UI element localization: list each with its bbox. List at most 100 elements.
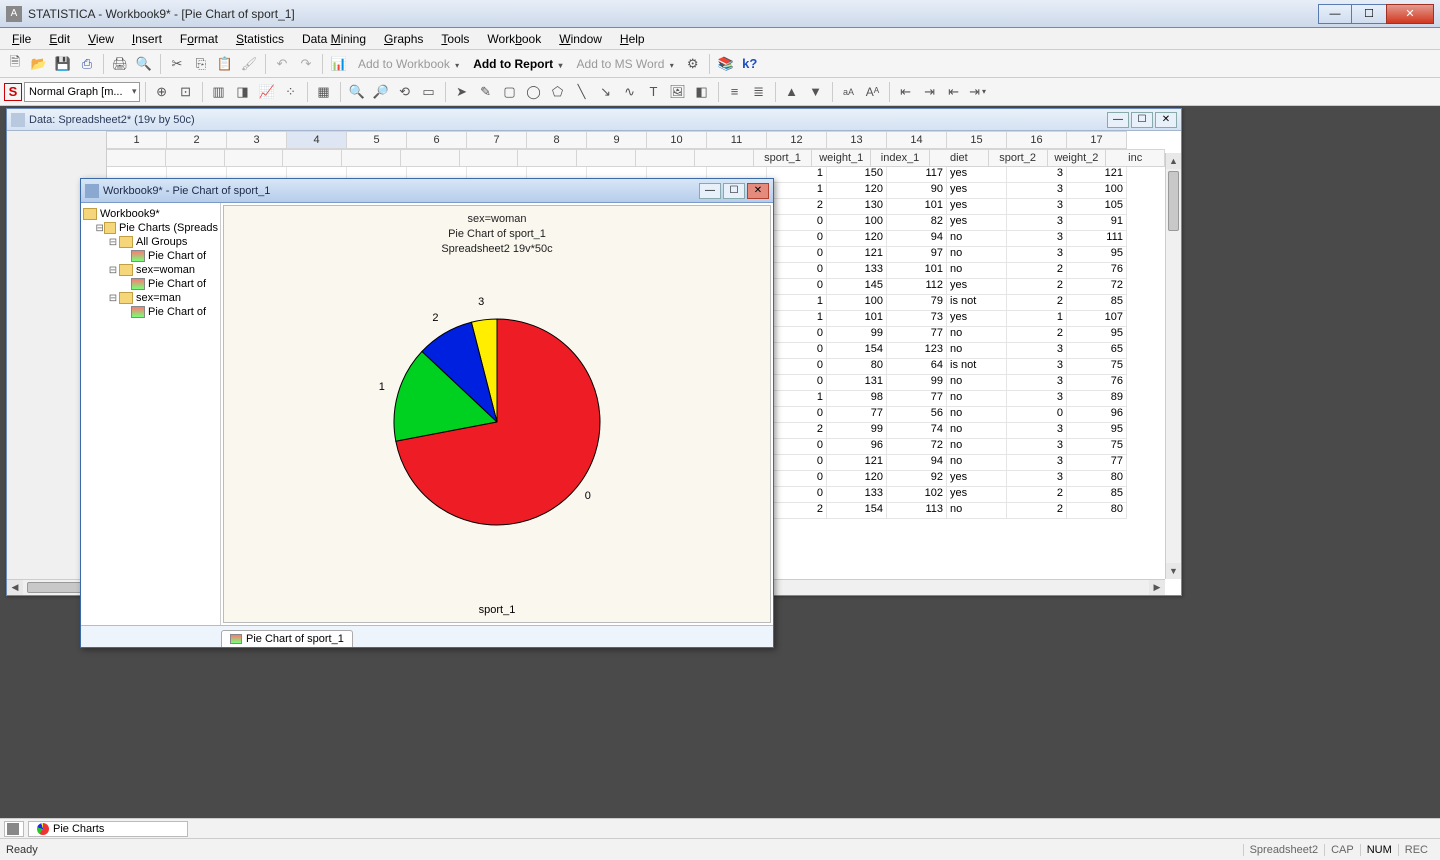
cell[interactable]: 77 <box>887 391 947 407</box>
oval-tool-icon[interactable]: ◯ <box>523 81 545 103</box>
zoom-100-icon[interactable]: ⟲ <box>394 81 416 103</box>
cell[interactable]: 2 <box>1007 279 1067 295</box>
cell[interactable]: 80 <box>1067 471 1127 487</box>
cell[interactable]: 105 <box>1067 199 1127 215</box>
cell[interactable]: no <box>947 503 1007 519</box>
cell[interactable]: 100 <box>827 215 887 231</box>
books-icon[interactable]: 📚 <box>715 53 737 75</box>
menu-statistics[interactable]: Statistics <box>228 30 292 48</box>
cell[interactable]: 0 <box>767 487 827 503</box>
wb-maximize-button[interactable]: ☐ <box>723 183 745 199</box>
cell[interactable]: yes <box>947 487 1007 503</box>
cell[interactable]: 101 <box>887 199 947 215</box>
poly-tool-icon[interactable]: ⬠ <box>547 81 569 103</box>
cell[interactable]: no <box>947 263 1007 279</box>
col-name-header[interactable]: index_1 <box>871 149 930 167</box>
col-num-header[interactable]: 1 <box>107 131 167 149</box>
col-name-header[interactable] <box>636 149 695 167</box>
align-center-icon[interactable]: ≣ <box>748 81 770 103</box>
cell[interactable]: no <box>947 231 1007 247</box>
cell[interactable]: 120 <box>827 231 887 247</box>
cell[interactable]: 77 <box>827 407 887 423</box>
cell[interactable]: 92 <box>887 471 947 487</box>
cell[interactable]: 94 <box>887 231 947 247</box>
cell[interactable]: 2 <box>1007 263 1067 279</box>
menu-data-mining[interactable]: Data Mining <box>294 30 374 48</box>
tab-pie-chart[interactable]: Pie Chart of sport_1 <box>221 630 353 647</box>
zoom-in-icon[interactable]: 🔍 <box>346 81 368 103</box>
indent1-icon[interactable]: ⇤ <box>895 81 917 103</box>
wb-minimize-button[interactable]: — <box>699 183 721 199</box>
window-close-button[interactable]: ✕ <box>1386 4 1434 24</box>
cell[interactable]: 3 <box>1007 375 1067 391</box>
cell[interactable]: 1 <box>767 295 827 311</box>
obj-tool-icon[interactable]: ◧ <box>691 81 713 103</box>
col-num-header[interactable]: 2 <box>167 131 227 149</box>
sheet-maximize-button[interactable]: ☐ <box>1131 112 1153 128</box>
scroll-right-icon[interactable]: ▶ <box>1149 580 1165 595</box>
cell[interactable]: 3 <box>1007 215 1067 231</box>
cell[interactable]: no <box>947 455 1007 471</box>
stats-icon[interactable]: 📊 <box>328 53 350 75</box>
back-icon[interactable]: ▼ <box>805 81 827 103</box>
cell[interactable]: 96 <box>827 439 887 455</box>
menu-help[interactable]: Help <box>612 30 653 48</box>
cell[interactable]: 154 <box>827 503 887 519</box>
cell[interactable]: 2 <box>767 199 827 215</box>
chart-canvas[interactable]: sex=woman Pie Chart of sport_1 Spreadshe… <box>223 205 771 623</box>
zoom-page-icon[interactable]: ▭ <box>418 81 440 103</box>
scroll-down-icon[interactable]: ▼ <box>1166 563 1181 579</box>
cell[interactable]: 3 <box>1007 231 1067 247</box>
save-icon[interactable]: 💾 <box>52 53 74 75</box>
cell[interactable]: 98 <box>827 391 887 407</box>
cell[interactable]: 2 <box>1007 503 1067 519</box>
arrow-tool-icon[interactable]: ↘ <box>595 81 617 103</box>
col-name-header[interactable]: weight_1 <box>812 149 871 167</box>
save-all-icon[interactable]: ⎙ <box>76 53 98 75</box>
cell[interactable]: no <box>947 247 1007 263</box>
col-num-header[interactable]: 4 <box>287 131 347 149</box>
cell[interactable]: no <box>947 327 1007 343</box>
cell[interactable]: no <box>947 407 1007 423</box>
tree-chart-man[interactable]: Pie Chart of <box>83 305 218 319</box>
cell[interactable]: 0 <box>767 343 827 359</box>
cell[interactable]: 89 <box>1067 391 1127 407</box>
cell[interactable]: 3 <box>1007 423 1067 439</box>
cell[interactable]: 3 <box>1007 455 1067 471</box>
cell[interactable]: 76 <box>1067 375 1127 391</box>
cell[interactable]: 1 <box>1007 311 1067 327</box>
col-name-header[interactable] <box>107 149 166 167</box>
menu-graphs[interactable]: Graphs <box>376 30 431 48</box>
print-preview-icon[interactable]: 🔍 <box>133 53 155 75</box>
vscroll-thumb[interactable] <box>1168 171 1179 231</box>
cell[interactable]: 75 <box>1067 359 1127 375</box>
col-num-header[interactable]: 17 <box>1067 131 1127 149</box>
cell[interactable]: 80 <box>1067 503 1127 519</box>
cell[interactable]: 123 <box>887 343 947 359</box>
cell[interactable]: 72 <box>1067 279 1127 295</box>
cell[interactable]: 1 <box>767 311 827 327</box>
copy-icon[interactable]: ⎘ <box>190 53 212 75</box>
menu-file[interactable]: File <box>4 30 39 48</box>
cell[interactable]: 3 <box>1007 391 1067 407</box>
cell[interactable]: 0 <box>767 279 827 295</box>
cell[interactable]: 3 <box>1007 167 1067 183</box>
cell[interactable]: 133 <box>827 263 887 279</box>
tree-root[interactable]: Workbook9* <box>83 207 218 221</box>
cell[interactable]: 0 <box>767 231 827 247</box>
task-app-button[interactable] <box>4 821 24 837</box>
cell[interactable]: 95 <box>1067 247 1127 263</box>
cell[interactable]: 0 <box>767 215 827 231</box>
cell[interactable]: 94 <box>887 455 947 471</box>
cell[interactable]: 2 <box>1007 327 1067 343</box>
cell[interactable]: no <box>947 375 1007 391</box>
add-to-report-button[interactable]: Add to Report ▾ <box>467 55 568 73</box>
col-num-header[interactable]: 12 <box>767 131 827 149</box>
col-name-header[interactable] <box>342 149 401 167</box>
cell[interactable]: 85 <box>1067 295 1127 311</box>
indent4-icon[interactable]: ⇥▾ <box>967 81 989 103</box>
cell[interactable]: 3 <box>1007 343 1067 359</box>
col-num-header[interactable]: 16 <box>1007 131 1067 149</box>
format-painter-icon[interactable]: 🖌 <box>238 53 260 75</box>
cell[interactable]: 3 <box>1007 247 1067 263</box>
